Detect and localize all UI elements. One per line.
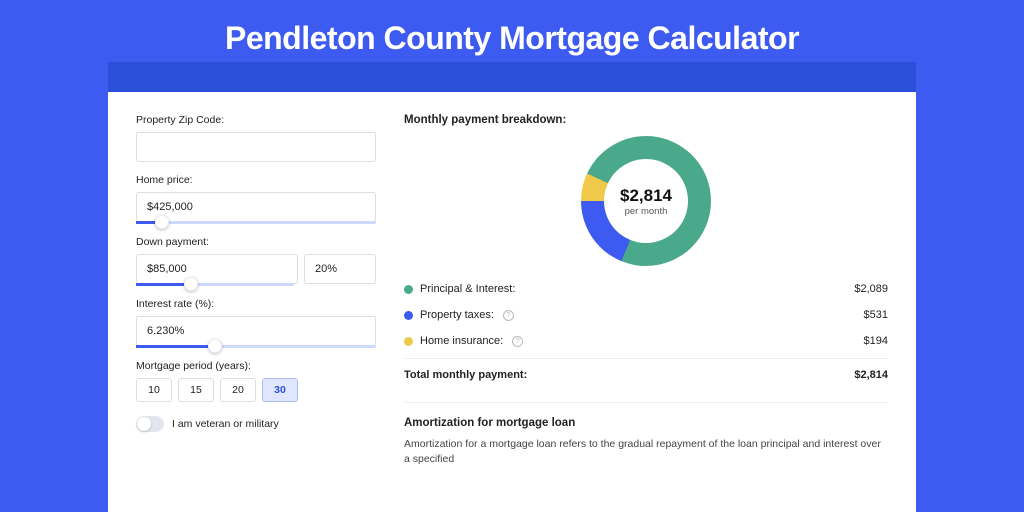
rate-slider[interactable]: [136, 345, 376, 348]
period-option-30[interactable]: 30: [262, 378, 298, 402]
info-icon[interactable]: ?: [503, 310, 514, 321]
ad-banner: [108, 62, 916, 92]
down-slider[interactable]: [136, 283, 294, 286]
page-title: Pendleton County Mortgage Calculator: [0, 20, 1024, 57]
period-option-20[interactable]: 20: [220, 378, 256, 402]
down-label: Down payment:: [136, 236, 376, 248]
down-slider-fill: [136, 283, 184, 286]
amortization-section: Amortization for mortgage loan Amortizat…: [404, 402, 888, 466]
down-amount-input[interactable]: [136, 254, 298, 284]
down-percent-input[interactable]: [304, 254, 376, 284]
veteran-toggle-knob: [137, 417, 151, 431]
rate-field-group: Interest rate (%):: [136, 298, 376, 348]
period-option-15[interactable]: 15: [178, 378, 214, 402]
donut-center-value: $2,814: [620, 186, 672, 206]
rate-label: Interest rate (%):: [136, 298, 376, 310]
price-label: Home price:: [136, 174, 376, 186]
donut-center-sub: per month: [625, 206, 668, 217]
rate-input[interactable]: [136, 316, 376, 346]
veteran-row: I am veteran or military: [136, 416, 376, 432]
legend-amount-pi: $2,089: [854, 283, 888, 295]
price-slider-thumb[interactable]: [155, 215, 169, 229]
legend-row-pi: Principal & Interest: $2,089: [404, 276, 888, 302]
price-slider-fill: [136, 221, 155, 224]
legend-amount-tax: $531: [864, 309, 888, 321]
total-label: Total monthly payment:: [404, 369, 527, 381]
info-icon[interactable]: ?: [512, 336, 523, 347]
legend-row-total: Total monthly payment: $2,814: [404, 358, 888, 388]
rate-slider-fill: [136, 345, 208, 348]
form-panel: Property Zip Code: Home price: Down paym…: [136, 114, 376, 512]
amortization-body: Amortization for a mortgage loan refers …: [404, 437, 888, 466]
veteran-label: I am veteran or military: [172, 418, 279, 430]
legend-row-tax: Property taxes: ? $531: [404, 302, 888, 328]
veteran-toggle[interactable]: [136, 416, 164, 432]
price-slider[interactable]: [136, 221, 376, 224]
down-field-group: Down payment:: [136, 236, 376, 286]
legend-row-ins: Home insurance: ? $194: [404, 328, 888, 354]
legend-label-tax: Property taxes:: [420, 309, 494, 321]
price-field-group: Home price:: [136, 174, 376, 224]
page-header: Pendleton County Mortgage Calculator: [0, 0, 1024, 62]
breakdown-panel: Monthly payment breakdown: $2,814 per mo…: [404, 114, 888, 512]
rate-slider-thumb[interactable]: [208, 339, 222, 353]
price-input[interactable]: [136, 192, 376, 222]
amortization-title: Amortization for mortgage loan: [404, 417, 888, 429]
breakdown-title: Monthly payment breakdown:: [404, 114, 888, 126]
legend-label-pi: Principal & Interest:: [420, 283, 515, 295]
legend-dot-ins: [404, 337, 413, 346]
donut-wrap: $2,814 per month: [404, 136, 888, 266]
period-label: Mortgage period (years):: [136, 360, 376, 372]
legend-dot-tax: [404, 311, 413, 320]
legend-amount-ins: $194: [864, 335, 888, 347]
zip-input[interactable]: [136, 132, 376, 162]
zip-field-group: Property Zip Code:: [136, 114, 376, 162]
period-field-group: Mortgage period (years): 10 15 20 30: [136, 360, 376, 402]
total-amount: $2,814: [854, 369, 888, 381]
period-option-10[interactable]: 10: [136, 378, 172, 402]
donut-chart: $2,814 per month: [581, 136, 711, 266]
legend-label-ins: Home insurance:: [420, 335, 503, 347]
legend-dot-pi: [404, 285, 413, 294]
calculator-card: Property Zip Code: Home price: Down paym…: [108, 92, 916, 512]
donut-center: $2,814 per month: [604, 159, 688, 243]
zip-label: Property Zip Code:: [136, 114, 376, 126]
down-slider-thumb[interactable]: [184, 277, 198, 291]
period-options: 10 15 20 30: [136, 378, 376, 402]
